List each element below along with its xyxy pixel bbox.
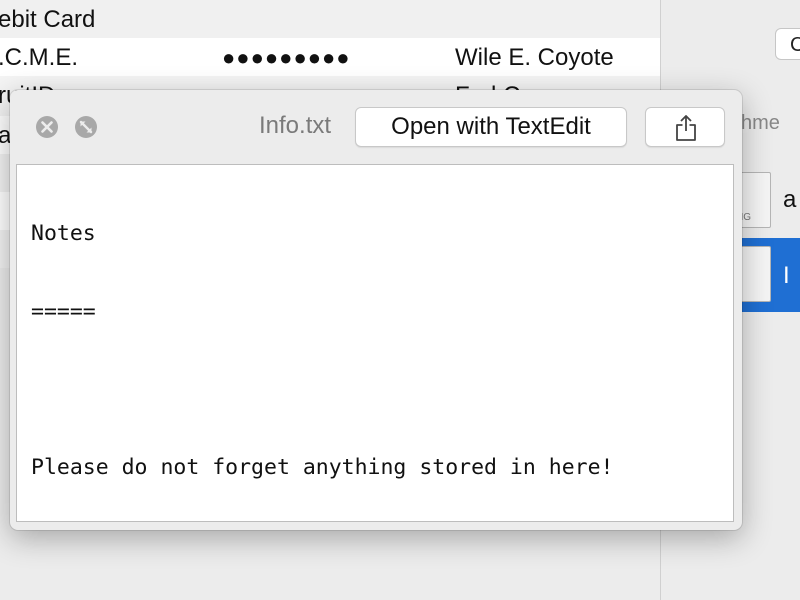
list-row[interactable]: .C.M.E. ●●●●●●●●● Wile E. Coyote bbox=[0, 38, 660, 76]
attachment-name: I bbox=[783, 262, 790, 289]
close-circle-icon[interactable] bbox=[35, 115, 59, 139]
file-text: Notes ===== Please do not forget anythin… bbox=[31, 169, 614, 521]
row-title: .C.M.E. bbox=[0, 44, 79, 71]
row-title: ebit Card bbox=[0, 6, 96, 33]
share-icon bbox=[676, 115, 696, 141]
quicklook-panel: Info.txt Open with TextEdit Notes ===== … bbox=[10, 90, 742, 530]
fullscreen-icon[interactable] bbox=[74, 115, 98, 139]
text-line: ===== bbox=[31, 299, 96, 324]
text-line: Please do not forget anything stored in … bbox=[31, 455, 614, 480]
list-row[interactable]: ebit Card bbox=[0, 0, 660, 38]
text-line bbox=[31, 377, 613, 403]
text-line: Notes bbox=[31, 221, 96, 246]
share-button[interactable] bbox=[645, 107, 725, 147]
file-preview[interactable]: Notes ===== Please do not forget anythin… bbox=[16, 164, 734, 522]
row-password: ●●●●●●●●● bbox=[222, 45, 351, 70]
row-account: Wile E. Coyote bbox=[455, 44, 614, 71]
open-with-textedit-button[interactable]: Open with TextEdit bbox=[355, 107, 627, 147]
file-title: Info.txt bbox=[259, 112, 332, 139]
quicklook-toolbar: Info.txt Open with TextEdit bbox=[10, 90, 742, 162]
detail-button[interactable]: C bbox=[775, 28, 800, 60]
attachment-name: a bbox=[783, 186, 797, 213]
